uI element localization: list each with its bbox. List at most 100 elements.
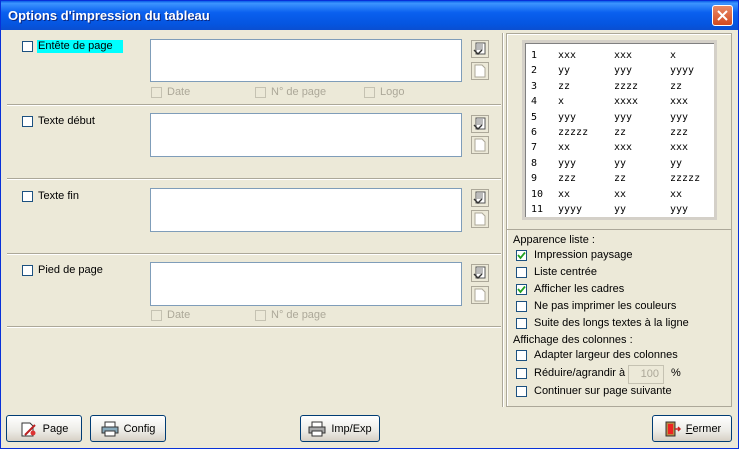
end-text-divider — [7, 178, 501, 180]
preview-cell: yyyy — [670, 65, 695, 77]
footer-checkbox[interactable] — [22, 265, 33, 276]
preview-cell: xxx — [614, 50, 633, 61]
resize-label: Réduire/agrandir à — [534, 367, 626, 379]
header-page-number-checkbox[interactable] — [255, 87, 266, 98]
preview-row-number: 4 — [531, 96, 538, 108]
preview-cell: xxx — [558, 50, 577, 61]
preview-cell: x — [558, 96, 565, 108]
preview-row: 5 yyy yyy yyy — [531, 110, 726, 125]
blank-page-icon — [474, 288, 486, 302]
footer-page-number-checkbox[interactable] — [255, 310, 266, 321]
preview-row-number: 6 — [531, 127, 538, 139]
footer-insert-button[interactable] — [471, 264, 489, 282]
header-text-input[interactable] — [150, 39, 462, 82]
preview-cell: x — [670, 50, 677, 61]
resize-percent-input[interactable]: 100 — [628, 365, 664, 384]
checkmark-icon — [517, 285, 526, 294]
footer-page-number-label: N° de page — [271, 309, 327, 321]
header-clear-button[interactable] — [471, 62, 489, 80]
list-preview: 1 xxx xxx x 2 yy yyy yyyy 3 zz zzzz zz 4 x xxxx xxx 5 yyy… — [522, 40, 717, 220]
end-text-input[interactable] — [150, 188, 462, 232]
preview-cell: zzzzz — [558, 127, 589, 139]
footer-divider — [7, 253, 501, 255]
adapt-width-checkbox[interactable] — [516, 350, 527, 361]
preview-cell: yy — [614, 157, 627, 169]
printer-icon — [101, 421, 119, 436]
preview-row: 11 yyyy yy yyy — [531, 202, 726, 217]
start-text-label: Texte début — [38, 115, 95, 127]
start-text-clear-button[interactable] — [471, 136, 489, 154]
preview-cell: xx — [558, 142, 571, 154]
vertical-divider — [502, 33, 504, 407]
preview-row-number: 9 — [531, 173, 538, 185]
preview-row: 10 xx xx xx — [531, 187, 726, 202]
preview-row: 7 xx xxx xxx — [531, 140, 726, 155]
preview-cell: yyy — [614, 65, 633, 77]
preview-cell: yy — [670, 157, 683, 169]
preview-row-number: 5 — [531, 111, 538, 123]
footer-clear-button[interactable] — [471, 286, 489, 304]
text-insert-icon — [473, 42, 486, 55]
resize-checkbox[interactable] — [516, 368, 527, 379]
preview-cell: yy — [614, 204, 627, 216]
preview-cell: xxx — [670, 142, 689, 154]
preview-cell: xxxx — [614, 96, 639, 108]
preview-cell: xxx — [614, 142, 633, 154]
preview-cell: yyy — [558, 157, 577, 169]
start-text-divider — [7, 104, 501, 106]
page-button[interactable]: Page — [6, 415, 82, 442]
close-button[interactable]: Fermer — [652, 415, 732, 442]
text-insert-icon — [473, 191, 486, 204]
end-text-insert-button[interactable] — [471, 189, 489, 207]
preview-cell: zz — [614, 173, 627, 185]
preview-cell: xx — [614, 188, 627, 200]
close-window-button[interactable] — [712, 5, 733, 26]
header-insert-button[interactable] — [471, 40, 489, 58]
preview-cell: zzzz — [614, 80, 639, 92]
blank-page-icon — [474, 64, 486, 78]
header-date-label: Date — [167, 86, 191, 98]
wrap-long-text-label: Suite des longs textes à la ligne — [534, 317, 689, 329]
preview-row: 9 zzz zz zzzzz — [531, 171, 726, 186]
continue-next-page-label: Continuer sur page suivante — [534, 385, 672, 397]
no-colors-label: Ne pas imprimer les couleurs — [534, 300, 677, 312]
end-text-checkbox[interactable] — [22, 191, 33, 202]
preview-row-number: 10 — [531, 188, 544, 200]
start-text-input[interactable] — [150, 113, 462, 157]
left-bottom-divider — [7, 326, 501, 328]
page-setup-icon — [21, 422, 36, 436]
footer-text-input[interactable] — [150, 262, 462, 306]
preview-row-number: 3 — [531, 80, 538, 92]
print-options-window: Options d'impression du tableau Entête d… — [0, 0, 739, 449]
preview-row-number: 1 — [531, 50, 538, 61]
header-date-checkbox[interactable] — [151, 87, 162, 98]
end-text-clear-button[interactable] — [471, 210, 489, 228]
preview-cell: zz — [558, 80, 571, 92]
preview-table: 1 xxx xxx x 2 yy yyy yyyy 3 zz zzzz zz 4 x xxxx xxx 5 yyy… — [531, 48, 726, 217]
continue-next-page-checkbox[interactable] — [516, 386, 527, 397]
preview-cell: zz — [670, 80, 683, 92]
preview-row: 2 yy yyy yyyy — [531, 63, 726, 78]
start-text-checkbox[interactable] — [22, 116, 33, 127]
wrap-long-text-checkbox[interactable] — [516, 318, 527, 329]
config-button[interactable]: Config — [90, 415, 166, 442]
footer-date-checkbox[interactable] — [151, 310, 162, 321]
no-colors-checkbox[interactable] — [516, 301, 527, 312]
blank-page-icon — [474, 212, 486, 226]
landscape-checkbox[interactable] — [516, 250, 527, 261]
blank-page-icon — [474, 138, 486, 152]
close-icon — [717, 10, 728, 21]
show-borders-checkbox[interactable] — [516, 284, 527, 295]
header-checkbox[interactable] — [22, 41, 33, 52]
checkmark-icon — [517, 251, 526, 260]
centered-list-label: Liste centrée — [534, 266, 597, 278]
start-text-insert-button[interactable] — [471, 115, 489, 133]
header-logo-label: Logo — [380, 86, 405, 98]
preview-row: 4 x xxxx xxx — [531, 94, 726, 109]
preview-cell: zz — [614, 127, 627, 139]
footer-date-label: Date — [167, 309, 191, 321]
imp-exp-button[interactable]: Imp/Exp — [300, 415, 380, 442]
header-logo-checkbox[interactable] — [364, 87, 375, 98]
centered-list-checkbox[interactable] — [516, 267, 527, 278]
door-exit-icon — [665, 421, 681, 436]
